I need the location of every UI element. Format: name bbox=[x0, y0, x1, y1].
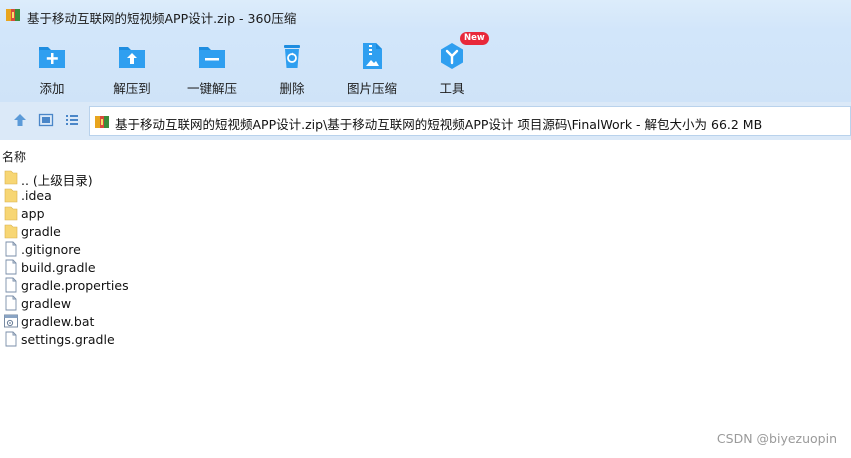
watermark: CSDN @biyezuopin bbox=[716, 431, 837, 446]
file-icon bbox=[5, 331, 17, 347]
tools-icon bbox=[441, 43, 463, 69]
list-item[interactable]: .. (上级目录) bbox=[0, 168, 851, 188]
file-icon bbox=[5, 277, 17, 293]
one-click-extract-button[interactable]: 一键解压 bbox=[172, 30, 252, 102]
image-compress-label: 图片压缩 bbox=[346, 81, 397, 96]
list-item[interactable]: gradlew.bat bbox=[0, 312, 851, 330]
path-field[interactable]: 基于移动互联网的短视频APP设计.zip\基于移动互联网的短视频APP设计 项目… bbox=[89, 106, 851, 136]
list-item[interactable]: settings.gradle bbox=[0, 330, 851, 348]
file-name: .gitignore bbox=[21, 242, 81, 257]
file-icon bbox=[5, 259, 17, 275]
file-name: settings.gradle bbox=[21, 332, 115, 347]
add-button[interactable]: 添加 bbox=[12, 30, 92, 102]
delete-icon bbox=[284, 45, 300, 68]
column-name-label: 名称 bbox=[2, 150, 27, 164]
delete-button[interactable]: 删除 bbox=[252, 30, 332, 102]
list-item[interactable]: build.gradle bbox=[0, 258, 851, 276]
list-item[interactable]: .gitignore bbox=[0, 240, 851, 258]
folder-icon bbox=[4, 206, 18, 221]
up-arrow-icon[interactable] bbox=[12, 112, 28, 128]
file-icon bbox=[5, 295, 17, 311]
file-name: gradlew bbox=[21, 296, 72, 311]
tools-button[interactable]: New 工具 bbox=[412, 30, 492, 102]
title-bar: 基于移动互联网的短视频APP设计.zip - 360压缩 bbox=[0, 0, 851, 30]
folder-icon bbox=[4, 188, 18, 203]
add-label: 添加 bbox=[39, 81, 65, 96]
list-item[interactable]: gradle bbox=[0, 222, 851, 240]
new-badge: New bbox=[460, 32, 489, 45]
file-name: .idea bbox=[21, 188, 52, 203]
window-title: 基于移动互联网的短视频APP设计.zip - 360压缩 bbox=[27, 11, 297, 26]
list-item[interactable]: .idea bbox=[0, 186, 851, 204]
one-click-extract-label: 一键解压 bbox=[186, 81, 237, 96]
tools-label: 工具 bbox=[439, 81, 465, 96]
archive-path: 基于移动互联网的短视频APP设计.zip\基于移动互联网的短视频APP设计 项目… bbox=[115, 117, 763, 132]
folder-icon bbox=[4, 224, 18, 239]
list-item[interactable]: app bbox=[0, 204, 851, 222]
list-view-icon[interactable] bbox=[64, 112, 80, 128]
add-icon bbox=[39, 47, 65, 68]
delete-label: 删除 bbox=[279, 81, 305, 96]
column-header-name[interactable]: 名称 bbox=[0, 145, 851, 165]
extract-to-icon bbox=[119, 47, 145, 68]
list-item[interactable]: gradle.properties bbox=[0, 276, 851, 294]
zip-archive-icon bbox=[95, 116, 109, 128]
batch-file-icon bbox=[4, 314, 18, 328]
file-name: gradle.properties bbox=[21, 278, 129, 293]
file-list: .. (上级目录) .idea app gradle .gitignore bu… bbox=[0, 168, 851, 348]
file-name: gradle bbox=[21, 224, 61, 239]
thumbnail-view-icon[interactable] bbox=[38, 112, 54, 128]
list-item[interactable]: gradlew bbox=[0, 294, 851, 312]
extract-to-button[interactable]: 解压到 bbox=[92, 30, 172, 102]
file-icon bbox=[5, 241, 17, 257]
toolbar: 添加 解压到 一键解压 删除 图片压缩 New 工具 bbox=[0, 30, 851, 102]
image-compress-button[interactable]: 图片压缩 bbox=[332, 30, 412, 102]
one-click-extract-icon bbox=[199, 47, 225, 68]
file-name: app bbox=[21, 206, 45, 221]
file-name: build.gradle bbox=[21, 260, 96, 275]
extract-to-label: 解压到 bbox=[113, 81, 151, 96]
file-name: gradlew.bat bbox=[21, 314, 95, 329]
image-compress-icon bbox=[363, 43, 382, 69]
folder-icon bbox=[4, 170, 18, 185]
zip-archive-icon bbox=[6, 9, 20, 21]
